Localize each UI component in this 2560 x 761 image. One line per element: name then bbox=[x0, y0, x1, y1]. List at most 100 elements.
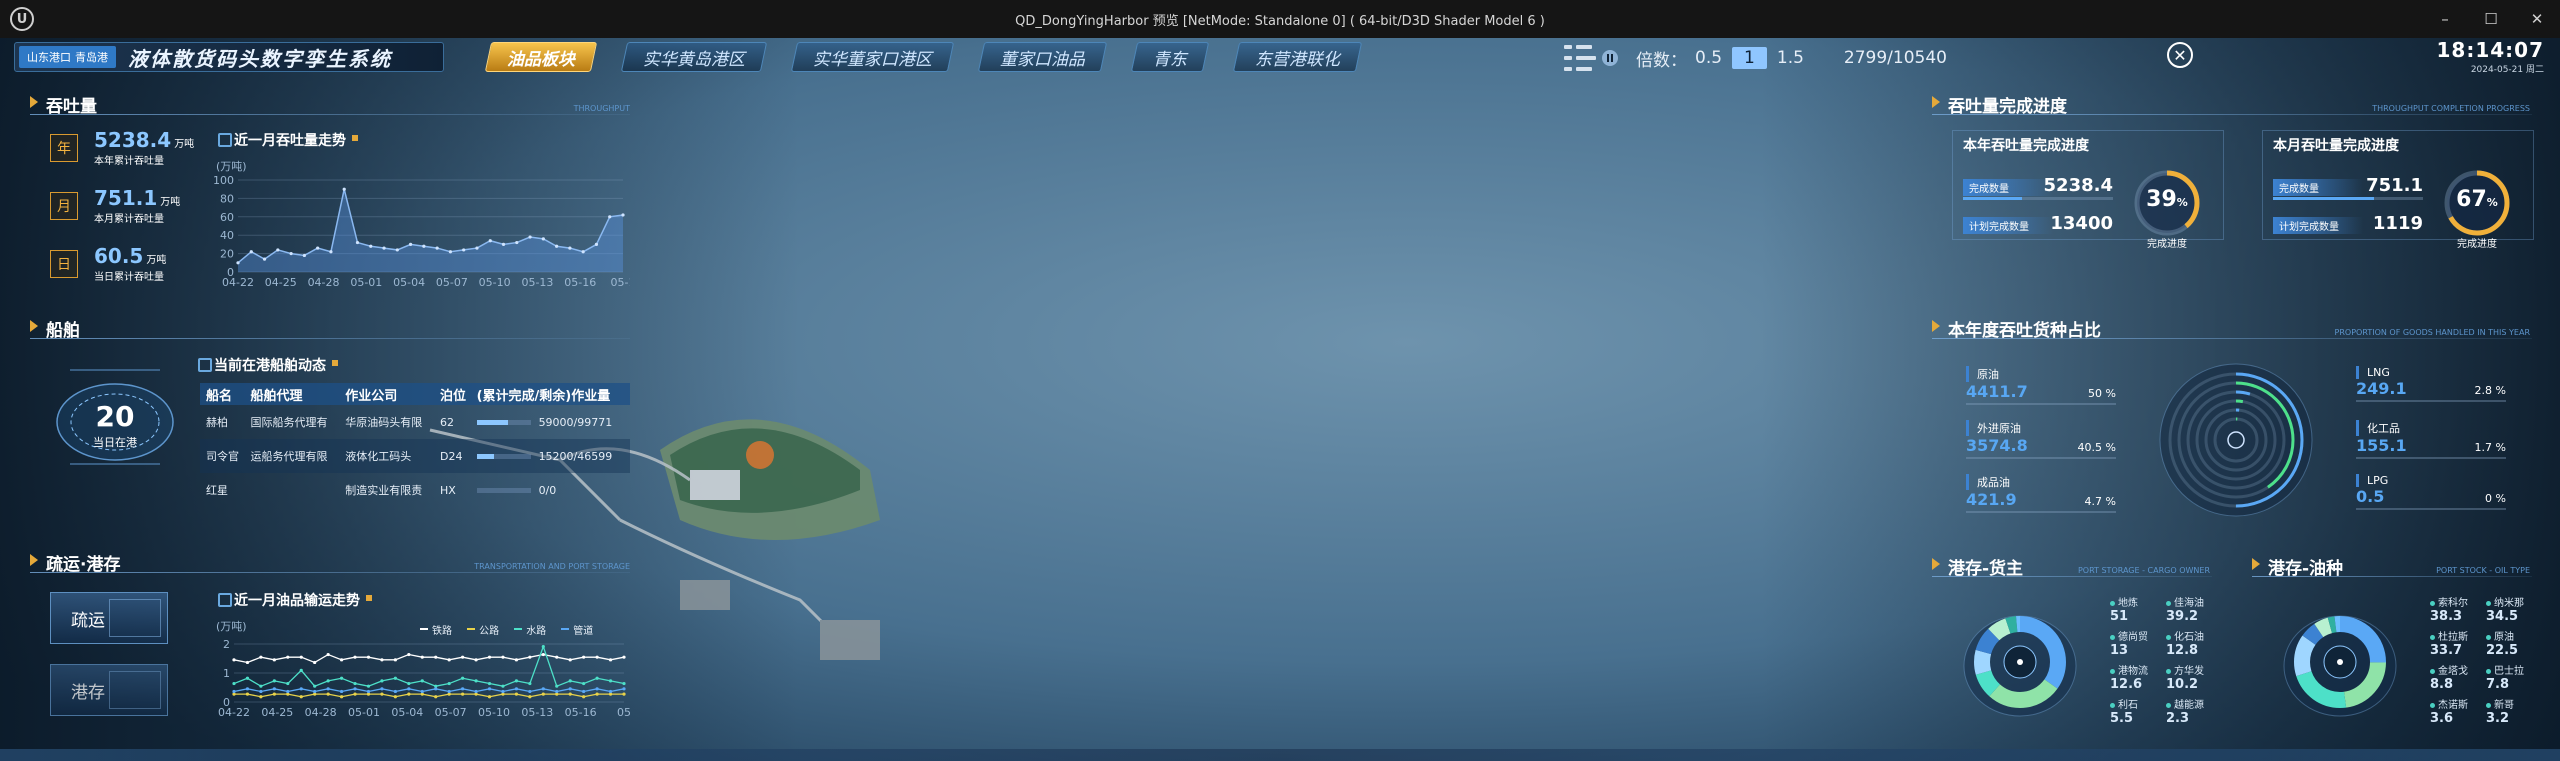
data-point bbox=[353, 681, 357, 686]
section-divider bbox=[1932, 114, 2532, 115]
stock-item-value: 7.8 bbox=[2486, 677, 2510, 692]
stat-unit: 万吨 bbox=[146, 255, 167, 266]
plan-value: 13400 bbox=[2050, 213, 2113, 234]
speed-option-0.5[interactable]: 0.5 bbox=[1695, 48, 1722, 68]
pause-icon[interactable] bbox=[1602, 50, 1618, 66]
tab-huangdao[interactable]: 实华黄岛港区 bbox=[620, 42, 768, 72]
data-point bbox=[447, 681, 451, 686]
tab-oil-sector[interactable]: 油品板块 bbox=[484, 42, 598, 72]
app-header: 山东港口 青岛港 液体散货码头数字孪生系统 油品板块 实华黄岛港区 实华董家口港… bbox=[0, 38, 2560, 78]
cell-company: 制造实业有限责 bbox=[345, 484, 423, 497]
speed-option-1[interactable]: 1 bbox=[1732, 47, 1767, 69]
bottom-timeline-bar[interactable] bbox=[0, 749, 2560, 761]
data-point bbox=[488, 239, 492, 243]
data-point bbox=[272, 658, 276, 662]
data-point bbox=[622, 692, 626, 696]
done-label: 完成数量 bbox=[2273, 179, 2363, 196]
y-tick-label: 100 bbox=[213, 174, 234, 187]
data-point bbox=[245, 660, 250, 665]
data-point bbox=[313, 660, 317, 665]
data-point bbox=[595, 655, 599, 659]
y-tick-label: 60 bbox=[220, 211, 234, 224]
transport-chart: 21004-22 04-25 04-28 05-01 05-04 05-07 05-10 05… bbox=[218, 638, 630, 719]
progress-fill bbox=[476, 454, 495, 459]
data-point bbox=[568, 246, 572, 250]
speed-option-1.5[interactable]: 1.5 bbox=[1777, 48, 1804, 68]
tab-qingdong[interactable]: 青东 bbox=[1130, 42, 1210, 72]
tab-dongying-lianhua[interactable]: 东营港联化 bbox=[1232, 42, 1363, 72]
stock-item-name: 化石油 bbox=[2166, 628, 2224, 643]
cell-company: 华原油码头有限 bbox=[345, 416, 423, 429]
data-point bbox=[541, 687, 545, 691]
data-point bbox=[272, 687, 276, 691]
data-point bbox=[299, 655, 303, 659]
list-icon[interactable] bbox=[1560, 41, 1596, 75]
tab-dongjiakou-oil[interactable]: 董家口油品 bbox=[977, 42, 1108, 72]
stat-value: 5238.4 bbox=[94, 128, 172, 152]
stock-item-name: 金塔戈 bbox=[2430, 662, 2488, 677]
cargo-value: 3574.8 bbox=[1966, 436, 2028, 455]
stock-item-name: 纳米那 bbox=[2486, 594, 2544, 609]
data-point bbox=[326, 692, 330, 696]
storage-owner-en: PORT STORAGE - CARGO OWNER bbox=[2077, 566, 2210, 575]
table-row[interactable]: 红星 制造实业有限责 HX 0/0 bbox=[200, 473, 630, 507]
stock-item: 利石 5.5 bbox=[2110, 696, 2168, 726]
cargo-item-chemical: 化工品 155.1 1.7 % bbox=[2356, 420, 2506, 459]
cell-ship-name: 司令官 bbox=[200, 439, 245, 473]
stock-item: 港物流 12.6 bbox=[2110, 662, 2168, 692]
data-point bbox=[447, 658, 451, 662]
stock-item-value: 3.6 bbox=[2430, 711, 2454, 726]
data-point bbox=[393, 689, 397, 694]
col-berth: 泊位 bbox=[434, 383, 471, 405]
legend-water: 水路 bbox=[514, 622, 546, 637]
stock-item-value: 34.5 bbox=[2486, 609, 2519, 624]
data-point bbox=[582, 681, 586, 686]
table-row[interactable]: 赫柏 国际船务代理有 华原油码头有限 62 59000/99771 bbox=[200, 405, 630, 439]
legend-label: 铁路 bbox=[432, 625, 452, 637]
stat-label: 本月累计吞吐量 bbox=[94, 214, 164, 225]
data-point bbox=[595, 687, 599, 691]
tab-dongjiakou[interactable]: 实华董家口港区 bbox=[790, 42, 955, 72]
maximize-button[interactable]: ☐ bbox=[2468, 0, 2514, 38]
close-icon[interactable]: ✕ bbox=[2167, 42, 2193, 68]
year-progress-pct: 39% bbox=[2131, 187, 2203, 212]
table-row[interactable]: 司令官 运船务代理有限 液体化工码头 D24 15200/46599 bbox=[200, 439, 630, 473]
x-tick-label: 04-25 bbox=[261, 706, 293, 719]
cargo-pct: 1.7 % bbox=[2474, 441, 2506, 454]
plan-label: 计划完成数量 bbox=[1963, 217, 2053, 234]
cargo-pct: 50 % bbox=[2088, 387, 2116, 400]
section-divider bbox=[30, 338, 630, 339]
legend-road: 公路 bbox=[467, 622, 499, 637]
data-point bbox=[515, 240, 519, 245]
stock-item-name: 索科尔 bbox=[2430, 594, 2488, 609]
x-tick-label: 05-10 bbox=[478, 706, 510, 719]
throughput-chart: 10080604020004-22 04-25 04-28 05-01 05-04 05-… bbox=[213, 174, 630, 289]
window-close-button[interactable]: ✕ bbox=[2514, 0, 2560, 38]
minimize-button[interactable]: – bbox=[2422, 0, 2468, 38]
data-point bbox=[487, 687, 492, 691]
done-bar-fill bbox=[2273, 197, 2374, 200]
done-value: 751.1 bbox=[2366, 175, 2423, 196]
transport-button[interactable]: 疏运 bbox=[50, 592, 168, 644]
tab-label: 董家口油品 bbox=[1000, 49, 1085, 70]
stock-item: 纳米那 34.5 bbox=[2486, 594, 2544, 624]
x-tick-label: 05 bbox=[617, 706, 630, 719]
data-point bbox=[313, 689, 317, 694]
cargo-bar bbox=[2356, 457, 2506, 459]
data-point bbox=[339, 689, 344, 694]
data-point bbox=[286, 681, 290, 686]
cargo-pct: 40.5 % bbox=[2077, 441, 2116, 454]
data-point bbox=[568, 658, 572, 662]
brand-title: 液体散货码头数字孪生系统 bbox=[128, 46, 392, 71]
cargo-value: 249.1 bbox=[2356, 379, 2407, 398]
stock-item-name: 杜拉斯 bbox=[2430, 628, 2488, 643]
transport-button-label: 疏运 bbox=[71, 610, 105, 631]
stock-item-value: 12.6 bbox=[2110, 677, 2143, 692]
year-progress-card: 本年吞吐量完成进度 完成数量 5238.4 计划完成数量 13400 39% 完… bbox=[1952, 130, 2224, 250]
brand-logo-text-2: 青岛港 bbox=[75, 51, 108, 64]
storage-button[interactable]: 港存 bbox=[50, 664, 168, 716]
stock-item-name: 杰诺斯 bbox=[2430, 696, 2488, 711]
x-tick-label: 05-10 bbox=[479, 276, 511, 289]
clock: 18:14:07 2024-05-21 周二 bbox=[2437, 38, 2545, 75]
x-tick-label: 04-25 bbox=[265, 276, 297, 289]
